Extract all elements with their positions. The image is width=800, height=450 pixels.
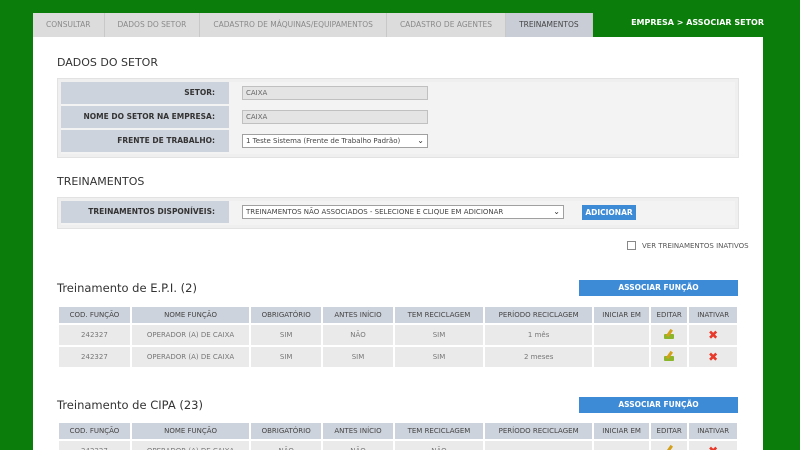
col-cod: COD. FUNÇÃO [59,423,130,439]
col-editar: EDITAR [650,307,688,323]
cipa-table: COD. FUNÇÃO NOME FUNÇÃO OBRIGATÓRIO ANTE… [57,421,739,450]
cipa-associar-button[interactable]: ASSOCIAR FUNÇÃO [579,397,738,413]
cell-obrig: SIM [251,325,322,345]
cell-periodo: 2 meses [485,347,593,367]
col-nome: NOME FUNÇÃO [131,423,250,439]
tab-cadastro-agentes[interactable]: CADASTRO DE AGENTES [386,13,507,37]
col-inativar: INATIVAR [689,307,737,323]
tab-dados-do-setor[interactable]: DADOS DO SETOR [104,13,201,37]
cell-recic: NÃO [394,441,483,450]
sector-form: SETOR: CAIXA NOME DO SETOR NA EMPRESA: C… [57,78,739,158]
col-nome: NOME FUNÇÃO [131,307,250,323]
disponiveis-select-value: TREINAMENTOS NÃO ASSOCIADOS - SELECIONE … [246,208,504,216]
close-x-icon[interactable]: ✖ [708,328,718,342]
cell-iniciar [594,347,649,367]
cipa-title: Treinamento de CIPA (23) [57,398,203,412]
breadcrumb: EMPRESA > ASSOCIAR SETOR [631,18,764,27]
col-iniciar: INICIAR EM [594,423,649,439]
nome-setor-row: NOME DO SETOR NA EMPRESA: CAIXA [61,106,735,130]
cell-obrig: SIM [251,347,322,367]
cell-obrig: NÃO [251,441,322,450]
nome-setor-field: CAIXA [242,110,428,124]
cell-editar [650,325,688,345]
cell-iniciar [594,441,649,450]
tab-treinamentos[interactable]: TREINAMENTOS [506,13,593,37]
frente-select-value: 1 Teste Sistema (Frente de Trabalho Padr… [246,137,401,145]
cipa-header-row: COD. FUNÇÃO NOME FUNÇÃO OBRIGATÓRIO ANTE… [59,423,737,439]
epi-header-row: COD. FUNÇÃO NOME FUNÇÃO OBRIGATÓRIO ANTE… [59,307,737,323]
tab-cadastro-maquinas[interactable]: CADASTRO DE MÁQUINAS/EQUIPAMENTOS [200,13,387,37]
cell-nome: OPERADOR (A) DE CAIXA [131,441,250,450]
cell-antes: NÃO [323,441,393,450]
cell-cod: 242327 [59,347,130,367]
cell-nome: OPERADOR (A) DE CAIXA [131,347,250,367]
sector-section-title: DADOS DO SETOR [57,56,158,69]
cell-recic: SIM [394,325,483,345]
setor-row: SETOR: CAIXA [61,82,735,106]
col-periodo: PERÍODO RECICLAGEM [485,307,593,323]
col-periodo: PERÍODO RECICLAGEM [485,423,593,439]
col-recic: TEM RECICLAGEM [394,307,483,323]
frente-select[interactable]: 1 Teste Sistema (Frente de Trabalho Padr… [242,134,428,148]
table-row: 242327 OPERADOR (A) DE CAIXA NÃO NÃO NÃO… [59,441,737,450]
disponiveis-row: TREINAMENTOS DISPONÍVEIS: TREINAMENTOS N… [61,201,735,225]
col-obrig: OBRIGATÓRIO [251,423,322,439]
edit-pencil-icon[interactable] [663,445,675,450]
disponiveis-label: TREINAMENTOS DISPONÍVEIS: [61,201,229,225]
epi-title: Treinamento de E.P.I. (2) [57,281,197,295]
chevron-down-icon: ⌄ [553,207,560,216]
cell-antes: NÃO [323,325,393,345]
col-obrig: OBRIGATÓRIO [251,307,322,323]
disponiveis-select[interactable]: TREINAMENTOS NÃO ASSOCIADOS - SELECIONE … [242,205,564,219]
cell-cod: 242327 [59,441,130,450]
cell-nome: OPERADOR (A) DE CAIXA [131,325,250,345]
epi-table: COD. FUNÇÃO NOME FUNÇÃO OBRIGATÓRIO ANTE… [57,305,739,369]
cell-inativar: ✖ [689,325,737,345]
cell-recic: SIM [394,347,483,367]
setor-field: CAIXA [242,86,428,100]
table-row: 242327 OPERADOR (A) DE CAIXA SIM SIM SIM… [59,347,737,367]
col-recic: TEM RECICLAGEM [394,423,483,439]
inactive-checkbox[interactable] [627,241,636,250]
cell-periodo: 1 mês [485,325,593,345]
cell-editar [650,441,688,450]
col-editar: EDITAR [650,423,688,439]
cell-antes: SIM [323,347,393,367]
cell-inativar: ✖ [689,347,737,367]
cell-cod: 242327 [59,325,130,345]
inactive-toggle[interactable]: VER TREINAMENTOS INATIVOS [627,241,749,250]
cell-inativar: ✖ [689,441,737,450]
frente-row: FRENTE DE TRABALHO: 1 Teste Sistema (Fre… [61,130,735,154]
main-panel: DADOS DO SETOR SETOR: CAIXA NOME DO SETO… [33,37,763,450]
top-band [0,0,800,8]
col-antes: ANTES INÍCIO [323,423,393,439]
col-cod: COD. FUNÇÃO [59,307,130,323]
col-iniciar: INICIAR EM [594,307,649,323]
col-inativar: INATIVAR [689,423,737,439]
chevron-down-icon: ⌄ [417,136,424,145]
table-row: 242327 OPERADOR (A) DE CAIXA SIM NÃO SIM… [59,325,737,345]
close-x-icon[interactable]: ✖ [708,444,718,450]
adicionar-button[interactable]: ADICIONAR [582,204,636,220]
training-form: TREINAMENTOS DISPONÍVEIS: TREINAMENTOS N… [57,197,739,229]
edit-pencil-icon[interactable] [663,329,675,339]
tab-consultar[interactable]: CONSULTAR [33,13,105,37]
col-antes: ANTES INÍCIO [323,307,393,323]
frente-label: FRENTE DE TRABALHO: [61,130,229,154]
edit-pencil-icon[interactable] [663,351,675,361]
setor-label: SETOR: [61,82,229,106]
nome-setor-label: NOME DO SETOR NA EMPRESA: [61,106,229,130]
cell-periodo [485,441,593,450]
cell-editar [650,347,688,367]
training-section-title: TREINAMENTOS [57,175,145,188]
epi-associar-button[interactable]: ASSOCIAR FUNÇÃO [579,280,738,296]
inactive-label: VER TREINAMENTOS INATIVOS [642,241,749,250]
close-x-icon[interactable]: ✖ [708,350,718,364]
tab-bar: CONSULTAR DADOS DO SETOR CADASTRO DE MÁQ… [33,13,593,37]
cell-iniciar [594,325,649,345]
